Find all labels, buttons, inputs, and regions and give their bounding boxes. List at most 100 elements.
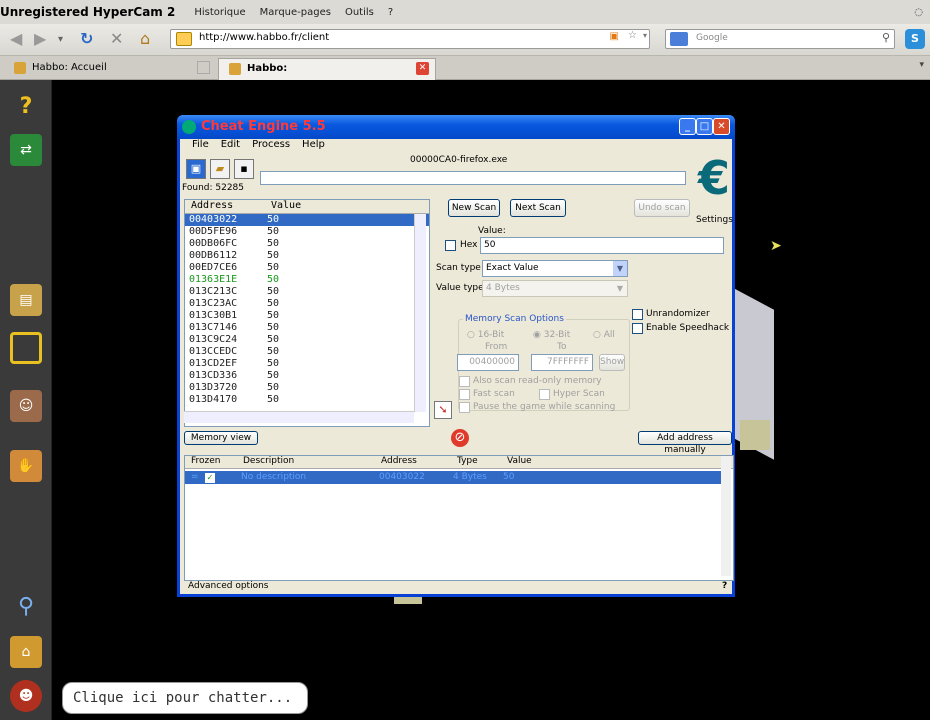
add-to-list-arrow-icon[interactable]: ➘ [434, 401, 452, 419]
advanced-options-link[interactable]: Advanced options [188, 581, 268, 591]
rss-icon[interactable]: ▣ [610, 31, 619, 42]
list-item[interactable]: 00403022 50 [185, 214, 429, 226]
tab-close-icon[interactable]: ✕ [416, 62, 429, 75]
speedhack-checkbox[interactable] [632, 323, 643, 334]
menu-outils[interactable]: Outils [338, 7, 381, 18]
list-item[interactable]: 013C23AC 50 [185, 298, 429, 310]
hex-checkbox[interactable] [445, 240, 456, 251]
open-process-icon[interactable]: ▣ [186, 159, 206, 179]
list-item[interactable]: 013CD2EF 50 [185, 358, 429, 370]
radio-16bit[interactable]: ○ 16-Bit [467, 330, 504, 340]
list-item[interactable]: 013C7146 50 [185, 322, 429, 334]
hand-icon[interactable]: ✋ [10, 450, 42, 482]
home-icon[interactable]: ⌂ [140, 31, 150, 47]
column-header-address[interactable]: Address [381, 456, 417, 466]
help-icon[interactable]: ? [10, 90, 42, 122]
next-scan-button[interactable]: Next Scan [510, 199, 566, 217]
menu-process[interactable]: Process [248, 139, 294, 155]
fast-scan-checkbox[interactable] [459, 389, 470, 400]
column-header-value[interactable]: Value [265, 200, 307, 213]
clear-list-icon[interactable]: ⊘ [451, 429, 469, 447]
list-item[interactable]: 013C9C24 50 [185, 334, 429, 346]
list-item[interactable]: 013C213C 50 [185, 286, 429, 298]
unrandomizer-checkbox[interactable] [632, 309, 643, 320]
menu-historique[interactable]: Historique [187, 7, 252, 18]
bookmark-star-icon[interactable]: ☆ [628, 30, 637, 41]
value-input[interactable]: 50 [480, 237, 724, 254]
navigator-icon[interactable]: ⇄ [10, 134, 42, 166]
column-header-value[interactable]: Value [507, 456, 532, 466]
settings-label[interactable]: Settings [696, 215, 733, 225]
inventory-icon[interactable] [10, 332, 42, 364]
minimize-icon[interactable]: _ [679, 118, 696, 135]
stop-icon[interactable]: ✕ [110, 31, 123, 47]
google-icon[interactable] [670, 32, 688, 46]
radio-all[interactable]: ○ All [593, 330, 615, 340]
catalogue-icon[interactable]: ▤ [10, 284, 42, 316]
list-item[interactable]: 013D4170 50 [185, 394, 429, 406]
hyper-scan-checkbox[interactable] [539, 389, 550, 400]
list-item[interactable]: 013D3720 50 [185, 382, 429, 394]
tab-habbo[interactable]: Habbo: ✕ [218, 58, 436, 80]
habbo-club-icon[interactable]: ☺ [10, 390, 42, 422]
back-icon[interactable]: ◀ [10, 31, 22, 47]
found-address-list[interactable]: Address Value 00403022 50 00D5FE96 50 00DB… [184, 199, 430, 427]
table-row[interactable]: = ✓ No description 00403022 4 Bytes 50 [185, 471, 721, 484]
history-dropdown-icon[interactable]: ▾ [58, 32, 63, 48]
list-vertical-scrollbar[interactable] [414, 214, 426, 412]
value-type-select[interactable]: 4 Bytes ▼ [482, 280, 628, 297]
menu-help[interactable]: Help [298, 139, 329, 155]
url-dropdown-icon[interactable]: ▾ [643, 31, 647, 40]
list-item[interactable]: 01363E1E 50 [185, 274, 429, 286]
scan-type-select[interactable]: Exact Value ▼ [482, 260, 628, 277]
chat-input[interactable]: Clique ici pour chatter... [62, 682, 308, 714]
forward-icon[interactable]: ▶ [34, 31, 46, 47]
avatar-icon[interactable]: ☻ [10, 680, 42, 712]
from-input[interactable]: 00400000 [457, 354, 519, 371]
maximize-icon[interactable]: □ [696, 118, 713, 135]
list-item[interactable]: 013C30B1 50 [185, 310, 429, 322]
cheat-engine-logo-icon[interactable]: € [692, 155, 736, 205]
frozen-checkbox[interactable]: ✓ [205, 473, 215, 483]
list-item[interactable]: 00ED7CE6 50 [185, 262, 429, 274]
list-item[interactable]: 013CCEDC 50 [185, 346, 429, 358]
url-bar[interactable]: http://www.habbo.fr/client ▣ ☆ ▾ [170, 29, 650, 49]
search-icon[interactable]: ⚲ [10, 590, 42, 622]
menu-help[interactable]: ? [381, 7, 400, 18]
list-horizontal-scrollbar[interactable] [184, 411, 414, 423]
reload-icon[interactable]: ↻ [80, 31, 93, 47]
menu-marque-pages[interactable]: Marque-pages [253, 7, 338, 18]
to-input[interactable]: 7FFFFFFF [531, 354, 593, 371]
help-question-icon[interactable]: ? [722, 581, 727, 591]
list-item[interactable]: 00DB06FC 50 [185, 238, 429, 250]
new-scan-button[interactable]: New Scan [448, 199, 500, 217]
list-item[interactable]: 00D5FE96 50 [185, 226, 429, 238]
add-address-manually-button[interactable]: Add address manually [638, 431, 732, 455]
rooms-icon[interactable]: ⌂ [10, 636, 42, 668]
radio-32bit[interactable]: ◉ 32-Bit [533, 330, 570, 340]
tab-list-icon[interactable]: ▾ [919, 60, 924, 70]
chevron-down-icon[interactable]: ▼ [613, 281, 627, 296]
pause-game-checkbox[interactable] [459, 402, 470, 413]
column-header-description[interactable]: Description [243, 456, 294, 466]
open-file-icon[interactable]: ▰ [210, 159, 230, 179]
column-header-address[interactable]: Address [185, 200, 265, 213]
column-header-type[interactable]: Type [457, 456, 478, 466]
menu-file[interactable]: File [188, 139, 213, 155]
list-item[interactable]: 00DB6112 50 [185, 250, 429, 262]
list-item[interactable]: 013CD336 50 [185, 370, 429, 382]
tab-habbo-accueil[interactable]: Habbo: Accueil [4, 58, 216, 80]
cheat-table[interactable]: Frozen Description Address Type Value = … [184, 455, 734, 581]
memory-view-button[interactable]: Memory view [184, 431, 258, 445]
window-titlebar[interactable]: Cheat Engine 5.5 _ □ ✕ [177, 115, 735, 139]
save-icon[interactable]: ▪ [234, 159, 254, 179]
search-input[interactable]: Google ⚲ [665, 29, 895, 49]
read-only-checkbox[interactable] [459, 376, 470, 387]
menu-edit[interactable]: Edit [217, 139, 244, 155]
skype-icon[interactable]: S [905, 29, 925, 49]
chevron-down-icon[interactable]: ▼ [613, 261, 627, 276]
undo-scan-button[interactable]: Undo scan [634, 199, 690, 217]
show-button[interactable]: Show [599, 354, 625, 371]
close-icon[interactable]: ✕ [713, 118, 730, 135]
table-scrollbar[interactable] [721, 456, 731, 576]
